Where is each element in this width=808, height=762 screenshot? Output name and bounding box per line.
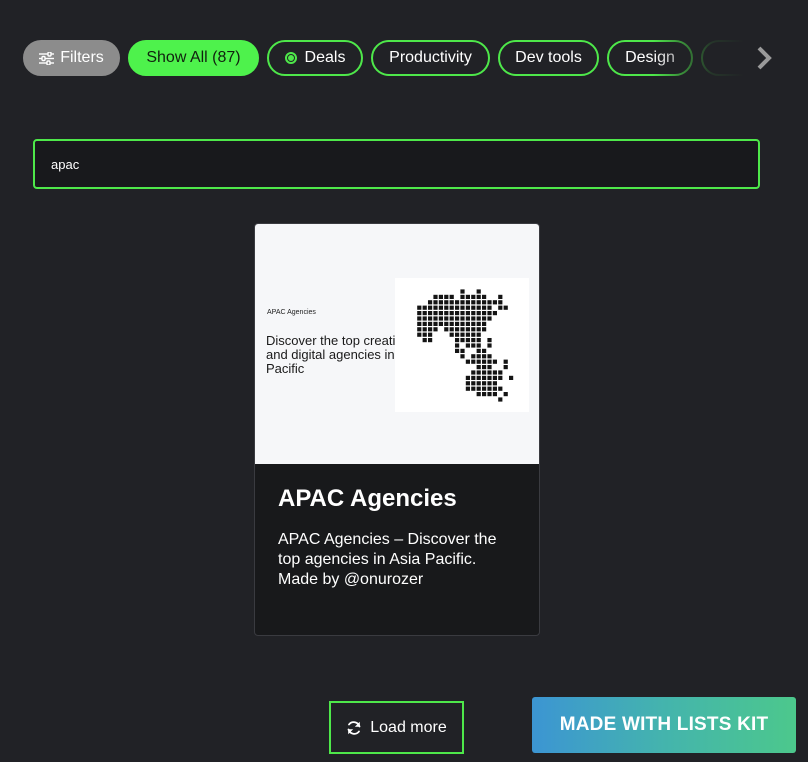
productivity-label: Productivity — [389, 49, 472, 66]
card-description: APAC Agencies – Discover the top agencie… — [278, 531, 497, 588]
design-label: Design — [625, 49, 675, 66]
chips-next-button[interactable] — [752, 44, 776, 72]
page: Filters Show All (87) Deals Productivity… — [0, 0, 808, 762]
filter-chip-row: Filters Show All (87) Deals Productivity… — [23, 40, 783, 76]
load-more-label: Load more — [370, 718, 447, 736]
design-chip[interactable]: Design — [607, 40, 693, 76]
productivity-chip[interactable]: Productivity — [371, 40, 490, 76]
chevron-right-icon — [757, 46, 772, 70]
filters-button[interactable]: Filters — [23, 40, 120, 76]
made-with-lists-kit-badge[interactable]: MADE WITH LISTS KIT — [532, 697, 796, 753]
load-more-button[interactable]: Load more — [329, 701, 464, 754]
show-all-label: Show All (87) — [146, 49, 241, 66]
card-thumbnail: APAC Agencies Discover the top creative … — [255, 224, 539, 464]
thumbnail-brand: APAC Agencies — [267, 309, 316, 316]
card-body: APAC Agencies APAC Agencies – Discover t… — [255, 464, 539, 610]
result-card[interactable]: APAC Agencies Discover the top creative … — [254, 223, 540, 636]
filters-label: Filters — [60, 49, 104, 66]
search-input[interactable] — [35, 141, 758, 187]
search-box — [33, 139, 760, 189]
show-all-chip[interactable]: Show All (87) — [128, 40, 259, 76]
deals-dot-icon — [284, 52, 297, 64]
dev-tools-label: Dev tools — [515, 49, 582, 66]
refresh-icon — [347, 720, 361, 735]
badge-label: MADE WITH LISTS KIT — [559, 714, 769, 735]
deals-chip[interactable]: Deals — [267, 40, 363, 76]
card-title: APAC Agencies — [278, 485, 457, 512]
deals-label: Deals — [304, 49, 346, 66]
asia-pacific-map-graphic — [395, 278, 529, 412]
sliders-icon — [39, 51, 55, 65]
dev-tools-chip[interactable]: Dev tools — [498, 40, 599, 76]
